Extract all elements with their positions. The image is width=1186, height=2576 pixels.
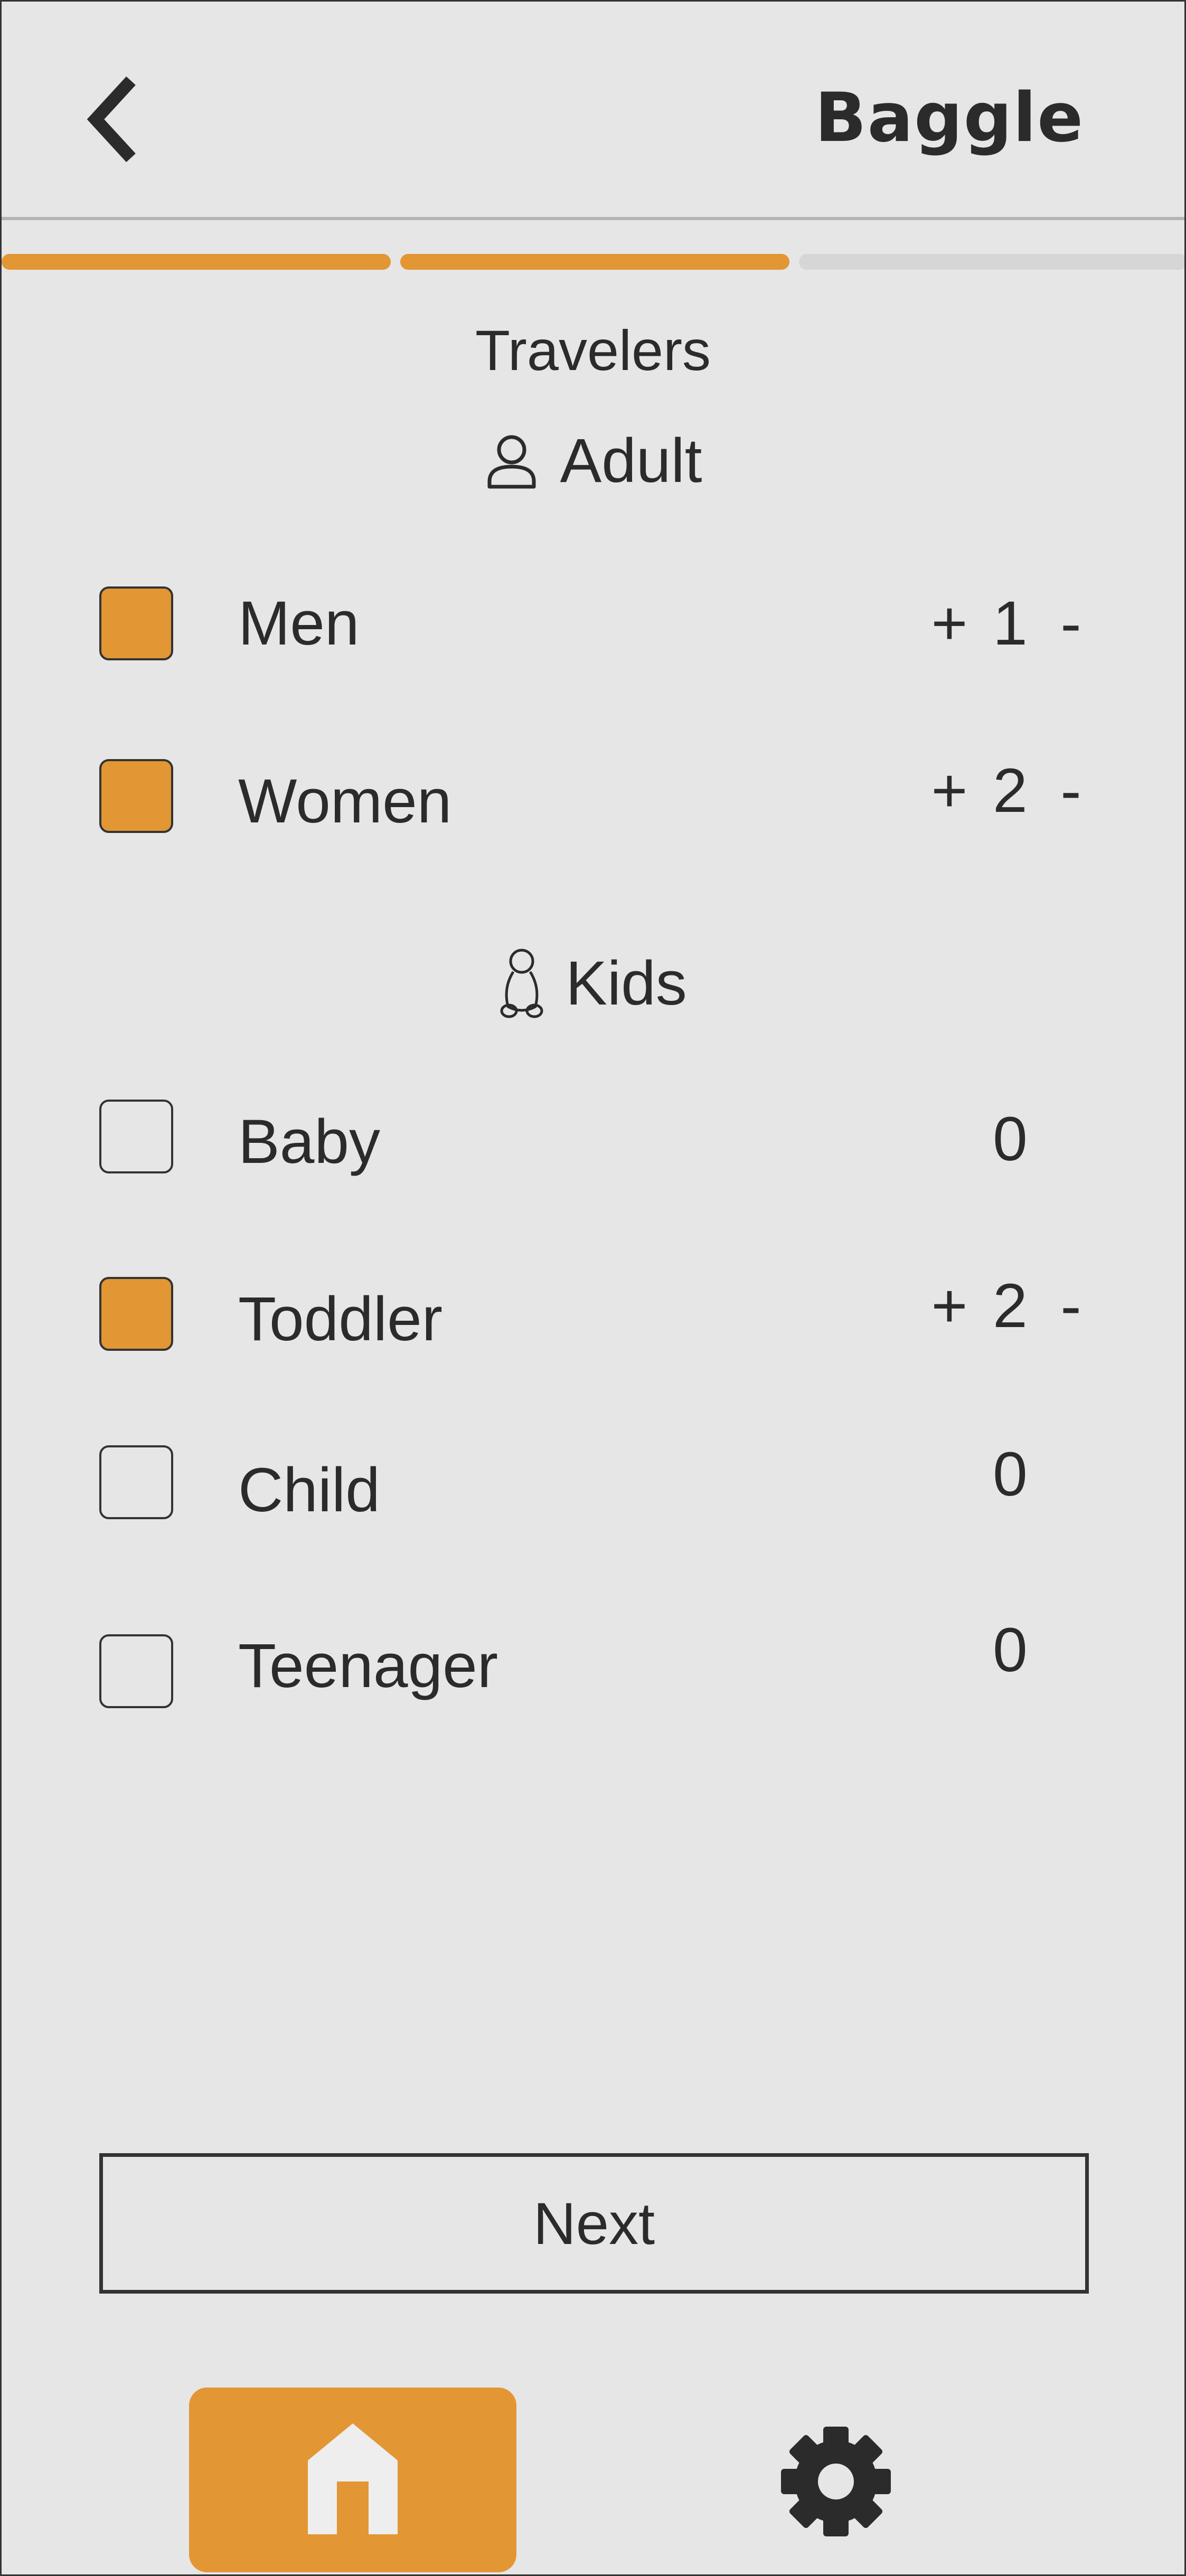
app-title: Baggle bbox=[815, 78, 1084, 157]
traveler-row-child: Child 0 bbox=[2, 1439, 1184, 1530]
section-header-adult: Adult bbox=[2, 421, 1184, 500]
increment-button-men[interactable]: + bbox=[920, 588, 978, 659]
nav-home-button[interactable] bbox=[189, 2388, 516, 2572]
progress-step-2 bbox=[400, 254, 789, 270]
progress-step-3 bbox=[799, 254, 1184, 270]
traveler-row-teenager: Teenager 0 bbox=[2, 1615, 1184, 1719]
row-label-teenager: Teenager bbox=[238, 1631, 498, 1701]
counter-women: + 2 - bbox=[920, 754, 1100, 828]
counter-teenager: 0 bbox=[920, 1613, 1100, 1687]
app-screen: Baggle Travelers Adult Men + 1 - Women +… bbox=[0, 0, 1186, 2576]
counter-men: + 1 - bbox=[920, 586, 1100, 660]
counter-baby: 0 bbox=[920, 1102, 1100, 1176]
count-value-child: 0 bbox=[993, 1439, 1028, 1509]
traveler-row-women: Women + 2 - bbox=[2, 756, 1184, 844]
section-label-kids: Kids bbox=[566, 949, 687, 1018]
nav-settings-button[interactable] bbox=[757, 2409, 915, 2556]
traveler-row-baby: Baby 0 bbox=[2, 1100, 1184, 1184]
progress-step-1 bbox=[2, 254, 391, 270]
baby-icon bbox=[499, 948, 544, 1019]
traveler-row-toddler: Toddler + 2 - bbox=[2, 1271, 1184, 1361]
person-icon bbox=[484, 432, 539, 490]
row-label-toddler: Toddler bbox=[238, 1284, 443, 1354]
count-value-baby: 0 bbox=[993, 1104, 1028, 1174]
next-button[interactable]: Next bbox=[99, 2153, 1089, 2294]
count-value-women: 2 bbox=[993, 756, 1028, 826]
increment-button-women[interactable]: + bbox=[920, 755, 978, 827]
back-button[interactable] bbox=[81, 73, 144, 168]
row-label-child: Child bbox=[238, 1455, 380, 1525]
decrement-button-men[interactable]: - bbox=[1042, 588, 1100, 659]
count-value-teenager: 0 bbox=[993, 1615, 1028, 1685]
row-label-women: Women bbox=[238, 766, 452, 836]
checkbox-child[interactable] bbox=[99, 1445, 173, 1519]
decrement-button-toddler[interactable]: - bbox=[1042, 1270, 1100, 1342]
header-divider bbox=[2, 217, 1184, 220]
page-title: Travelers bbox=[475, 318, 711, 382]
checkbox-baby[interactable] bbox=[99, 1100, 173, 1173]
row-label-men: Men bbox=[238, 589, 360, 658]
counter-child: 0 bbox=[920, 1437, 1100, 1511]
counter-toddler: + 2 - bbox=[920, 1269, 1100, 1343]
row-label-baby: Baby bbox=[238, 1107, 380, 1177]
traveler-row-men: Men + 1 - bbox=[2, 586, 1184, 671]
decrement-button-women[interactable]: - bbox=[1042, 755, 1100, 827]
increment-button-toddler[interactable]: + bbox=[920, 1270, 978, 1342]
home-icon bbox=[308, 2423, 398, 2537]
checkbox-teenager[interactable] bbox=[99, 1634, 173, 1708]
checkbox-toddler[interactable] bbox=[99, 1277, 173, 1351]
chevron-left-icon bbox=[86, 74, 139, 167]
gear-icon bbox=[780, 2426, 892, 2540]
checkbox-women[interactable] bbox=[99, 759, 173, 833]
count-value-toddler: 2 bbox=[993, 1271, 1028, 1341]
section-label-adult: Adult bbox=[560, 426, 702, 496]
section-header-kids: Kids bbox=[2, 944, 1184, 1023]
checkbox-men[interactable] bbox=[99, 586, 173, 660]
count-value-men: 1 bbox=[993, 589, 1028, 658]
